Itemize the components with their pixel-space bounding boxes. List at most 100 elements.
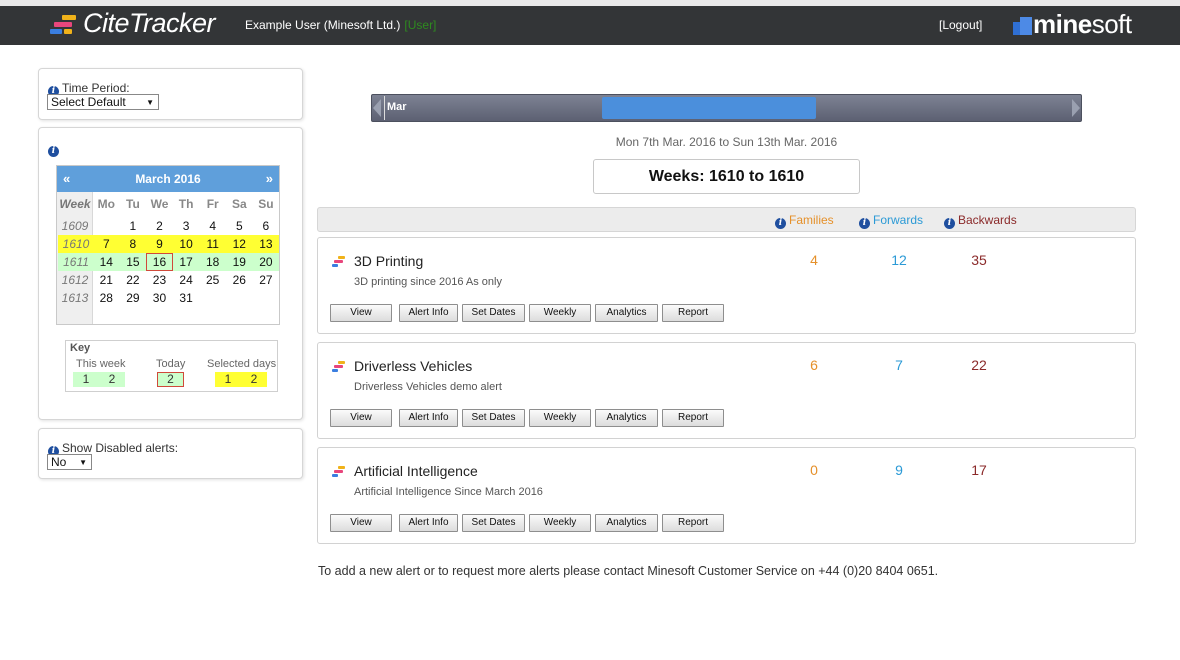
calendar-week-number[interactable]: 1611 <box>58 253 94 271</box>
forwards-count[interactable]: 7 <box>879 357 919 373</box>
backwards-count[interactable]: 17 <box>959 462 999 478</box>
families-count[interactable]: 0 <box>794 462 834 478</box>
time-period-label: Time Period: <box>62 81 130 95</box>
analytics-button[interactable]: Analytics <box>595 304 658 322</box>
calendar-day[interactable]: 10 <box>173 235 200 253</box>
logout-link[interactable]: [Logout] <box>939 18 982 32</box>
weekly-button[interactable]: Weekly <box>529 409 591 427</box>
calendar-week-row[interactable]: 1612 21 22 23 24 25 26 27 <box>57 271 279 289</box>
analytics-button[interactable]: Analytics <box>595 409 658 427</box>
calendar-day[interactable]: 22 <box>120 271 147 289</box>
analytics-button[interactable]: Analytics <box>595 514 658 532</box>
calendar-day[interactable]: 9 <box>146 235 173 253</box>
families-count[interactable]: 4 <box>794 252 834 268</box>
forwards-count[interactable]: 9 <box>879 462 919 478</box>
backwards-count[interactable]: 22 <box>959 357 999 373</box>
calendar-day[interactable]: 18 <box>199 253 226 271</box>
report-button[interactable]: Report <box>662 409 724 427</box>
calendar-header-cell: Mo <box>97 197 115 211</box>
forwards-count[interactable]: 12 <box>879 252 919 268</box>
view-button[interactable]: View <box>330 304 392 322</box>
calendar-week-row[interactable]: 1611 14 15 16 17 18 19 20 <box>58 253 279 271</box>
calendar-day[interactable]: 23 <box>146 271 173 289</box>
calendar-day[interactable]: 11 <box>199 235 226 253</box>
time-period-select[interactable]: Select Default ▼ <box>47 94 159 110</box>
calendar-day[interactable]: 26 <box>226 271 253 289</box>
calendar-week-number[interactable]: 1609 <box>57 217 93 235</box>
info-icon[interactable]: i <box>775 218 786 229</box>
calendar-day[interactable]: 6 <box>253 217 280 235</box>
calendar-day-headers: Week Mo Tu We Th Fr Sa Su <box>57 195 279 213</box>
timeline-slider[interactable]: Mar <box>371 94 1082 122</box>
calendar-panel: i « March 2016 » Week Mo Tu We Th Fr Sa Su 1609 1… <box>38 127 303 420</box>
info-icon[interactable]: i <box>48 146 59 157</box>
calendar-day[interactable]: 7 <box>93 235 120 253</box>
report-button[interactable]: Report <box>662 304 724 322</box>
alert-info-button[interactable]: Alert Info <box>399 409 458 427</box>
alert-title[interactable]: 3D Printing <box>354 253 423 269</box>
calendar-day[interactable]: 12 <box>226 235 253 253</box>
calendar-day[interactable]: 14 <box>93 253 120 271</box>
alert-title[interactable]: Driverless Vehicles <box>354 358 472 374</box>
calendar-header-cell: Su <box>258 197 274 211</box>
alert-logo-icon <box>332 466 346 478</box>
set-dates-button[interactable]: Set Dates <box>462 409 525 427</box>
calendar-day[interactable]: 19 <box>226 253 253 271</box>
calendar-day[interactable]: 31 <box>173 289 200 307</box>
calendar-day[interactable]: 3 <box>173 217 200 235</box>
timeline-selection[interactable] <box>602 97 816 119</box>
calendar-day[interactable]: 16 <box>146 253 173 271</box>
calendar-week-row[interactable]: 1613 28 29 30 31 <box>57 289 279 307</box>
calendar-day[interactable]: 1 <box>120 217 147 235</box>
key-this-week-sample: 12 <box>73 372 125 387</box>
view-button[interactable]: View <box>330 514 392 532</box>
families-count[interactable]: 6 <box>794 357 834 373</box>
calendar-prev-month[interactable]: « <box>63 166 70 192</box>
calendar-day[interactable]: 20 <box>253 253 280 271</box>
user-role: [User] <box>404 18 437 32</box>
calendar-day[interactable]: 13 <box>253 235 280 253</box>
chevron-down-icon: ▼ <box>79 458 87 467</box>
user-info: Example User (Minesoft Ltd.) [User] <box>245 18 436 32</box>
report-button[interactable]: Report <box>662 514 724 532</box>
calendar-day[interactable]: 5 <box>226 217 253 235</box>
calendar-day[interactable]: 28 <box>93 289 120 307</box>
disabled-alerts-select[interactable]: No ▼ <box>47 454 92 470</box>
alert-info-button[interactable]: Alert Info <box>399 304 458 322</box>
calendar-week-number[interactable]: 1610 <box>58 235 94 253</box>
alert-title[interactable]: Artificial Intelligence <box>354 463 478 479</box>
calendar-day[interactable]: 2 <box>146 217 173 235</box>
calendar-day[interactable]: 15 <box>120 253 147 271</box>
weekly-button[interactable]: Weekly <box>529 514 591 532</box>
calendar-day[interactable]: 21 <box>93 271 120 289</box>
calendar-day[interactable]: 30 <box>146 289 173 307</box>
alert-description: Artificial Intelligence Since March 2016 <box>354 486 543 498</box>
calendar-day[interactable]: 8 <box>120 235 147 253</box>
calendar-week-number[interactable]: 1612 <box>57 271 93 289</box>
alert-info-button[interactable]: Alert Info <box>399 514 458 532</box>
slider-right-handle[interactable] <box>1072 99 1080 117</box>
slider-left-handle[interactable] <box>373 99 381 117</box>
calendar-day[interactable]: 25 <box>199 271 226 289</box>
backwards-column: i Backwards <box>944 213 1017 229</box>
calendar-day[interactable]: 24 <box>173 271 200 289</box>
calendar-day[interactable]: 27 <box>253 271 280 289</box>
set-dates-button[interactable]: Set Dates <box>462 514 525 532</box>
calendar-day[interactable]: 17 <box>173 253 200 271</box>
brand-name: minesoft <box>1033 9 1132 39</box>
view-button[interactable]: View <box>330 409 392 427</box>
calendar-header-cell: Fr <box>206 197 219 211</box>
calendar-day[interactable]: 4 <box>199 217 226 235</box>
calendar-week-row[interactable]: 1610 7 8 9 10 11 12 13 <box>58 235 279 253</box>
info-icon[interactable]: i <box>944 218 955 229</box>
set-dates-button[interactable]: Set Dates <box>462 304 525 322</box>
calendar-week-row[interactable]: 1609 1 2 3 4 5 6 <box>57 217 279 235</box>
timeline-month-label: Mar <box>387 101 407 113</box>
calendar-next-month[interactable]: » <box>266 166 273 192</box>
info-icon[interactable]: i <box>859 218 870 229</box>
backwards-count[interactable]: 35 <box>959 252 999 268</box>
calendar-week-number[interactable]: 1613 <box>57 289 93 307</box>
alert-description: Driverless Vehicles demo alert <box>354 381 502 393</box>
weekly-button[interactable]: Weekly <box>529 304 591 322</box>
calendar-day[interactable]: 29 <box>120 289 147 307</box>
